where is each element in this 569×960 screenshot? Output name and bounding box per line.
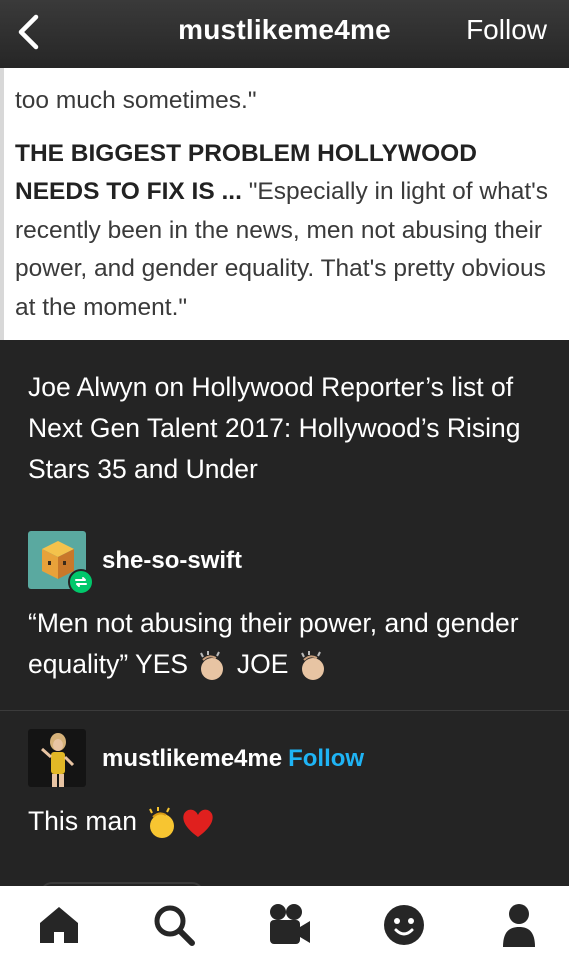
divider	[0, 710, 569, 711]
smiley-icon[interactable]	[380, 902, 428, 948]
quote-bar	[0, 68, 4, 340]
article-paragraph: THE BIGGEST PROBLEM HOLLYWOOD NEEDS TO F…	[15, 135, 555, 328]
clap-emoji	[300, 651, 324, 680]
home-icon[interactable]	[35, 902, 83, 948]
video-icon[interactable]	[265, 902, 313, 948]
article-image: too much sometimes." THE BIGGEST PROBLEM…	[0, 68, 569, 340]
article-line: too much sometimes."	[15, 87, 257, 114]
account-icon[interactable]	[495, 902, 543, 948]
bottom-tab-bar	[0, 886, 569, 960]
clap-emoji	[149, 807, 175, 838]
follow-button[interactable]: Follow	[466, 14, 547, 46]
reblog-username[interactable]: mustlikeme4me	[102, 745, 282, 772]
article-text: too much sometimes." THE BIGGEST PROBLEM…	[15, 82, 555, 327]
top-bar: mustlikeme4me Follow	[0, 0, 569, 68]
post-caption: Joe Alwyn on Hollywood Reporter’s list o…	[28, 372, 521, 484]
reblog-username-row: mustlikeme4me Follow	[102, 745, 364, 773]
reblog-icon	[68, 569, 94, 595]
search-icon[interactable]	[150, 902, 198, 948]
avatar[interactable]	[28, 729, 86, 787]
photo-avatar-icon	[28, 729, 86, 787]
reblog-text-b: JOE	[236, 649, 289, 679]
reblog-text-content: This man	[28, 806, 137, 836]
reblog-username[interactable]: she-so-swift	[102, 547, 242, 575]
reblog-text: “Men not abusing their power, and gender…	[28, 603, 548, 685]
reblog-text: This man	[28, 801, 548, 842]
heart-emoji	[183, 809, 214, 837]
follow-link[interactable]: Follow	[288, 745, 364, 772]
clap-emoji	[200, 651, 224, 680]
